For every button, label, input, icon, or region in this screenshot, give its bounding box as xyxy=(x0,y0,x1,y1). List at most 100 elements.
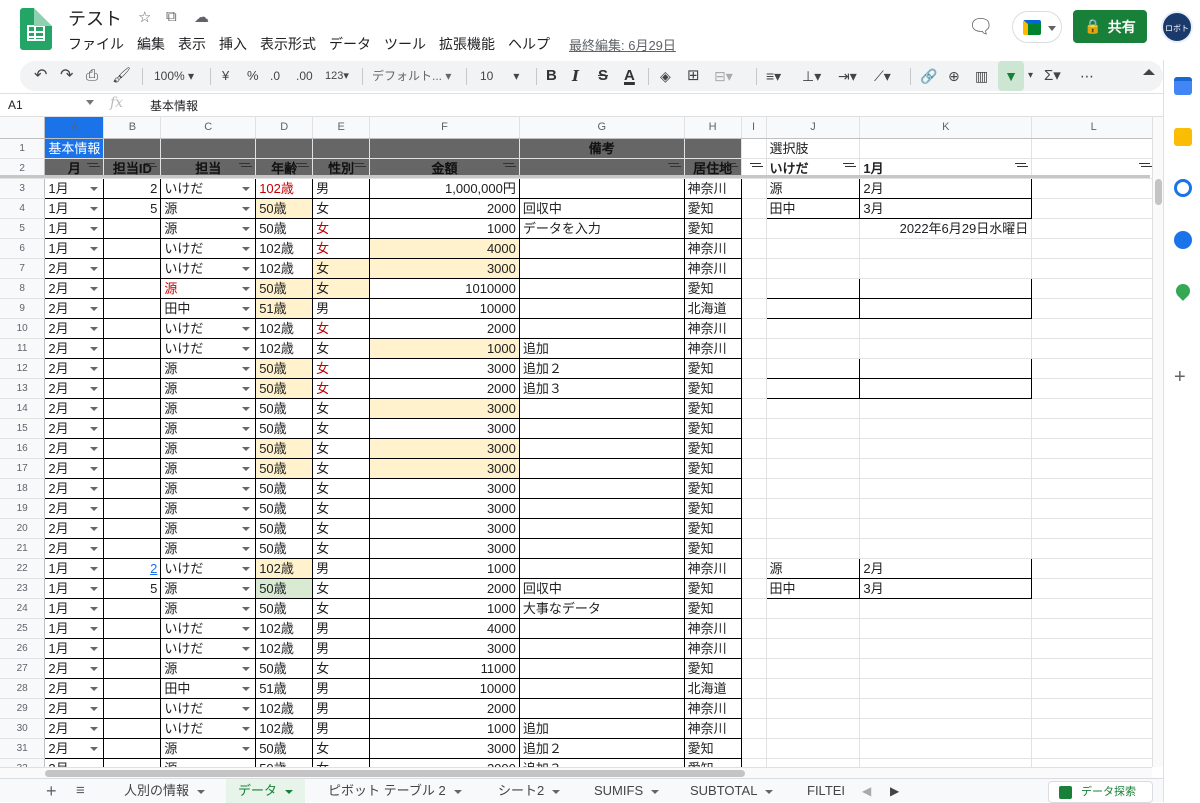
row-header[interactable]: 4 xyxy=(0,198,46,219)
cell-month[interactable]: 2月 xyxy=(44,657,105,679)
cell[interactable] xyxy=(741,358,767,379)
cell-person[interactable]: 源 xyxy=(160,457,257,479)
print-icon[interactable]: ⎙ xyxy=(86,61,98,91)
cell-choice[interactable] xyxy=(859,418,1033,439)
cell-choice[interactable] xyxy=(859,698,1033,719)
increase-decimal-button[interactable]: .00 xyxy=(296,61,313,91)
cell-choice[interactable] xyxy=(859,638,1033,659)
cell-gender[interactable]: 男 xyxy=(312,557,371,579)
cell[interactable] xyxy=(741,418,767,439)
cell-id[interactable] xyxy=(103,317,162,339)
cell-person[interactable]: いけだ xyxy=(160,557,257,579)
cell-choice[interactable] xyxy=(859,238,1033,259)
cell-choice[interactable] xyxy=(859,357,1033,379)
cell-choice[interactable]: 源 xyxy=(765,557,861,579)
cell-id[interactable] xyxy=(103,397,162,419)
chevron-down-icon[interactable] xyxy=(242,246,251,251)
sheets-logo-icon[interactable] xyxy=(20,8,52,50)
cell-choice[interactable] xyxy=(859,398,1033,419)
cell-note[interactable] xyxy=(518,297,685,319)
filter-icon[interactable] xyxy=(87,162,99,172)
column-header-b[interactable]: B xyxy=(103,117,162,139)
cell-choice[interactable] xyxy=(766,758,861,767)
row-header[interactable]: 10 xyxy=(0,318,46,339)
row-header[interactable]: 18 xyxy=(0,478,46,499)
cell-choice[interactable]: 3月 xyxy=(859,577,1033,599)
cell-age[interactable]: 50歳 xyxy=(255,757,314,767)
cell-month[interactable]: 1月 xyxy=(44,237,105,259)
cell-note[interactable]: データを入力 xyxy=(518,217,685,239)
cell-amount[interactable]: 2000 xyxy=(369,197,520,219)
sheet-tab[interactable]: SUBTOTAL xyxy=(678,779,785,803)
chevron-down-icon[interactable] xyxy=(90,506,99,511)
filter-icon[interactable] xyxy=(1139,162,1150,172)
cell-region[interactable]: 神奈川 xyxy=(683,237,742,259)
menu-item[interactable]: 挿入 xyxy=(219,34,247,54)
cell-choice[interactable] xyxy=(859,718,1033,739)
cell[interactable] xyxy=(1031,418,1156,439)
filter-views-chevron-icon[interactable]: ▾ xyxy=(1028,61,1033,91)
scroll-tabs-right-icon[interactable]: ▶ xyxy=(890,779,899,803)
cell-person[interactable]: 源 xyxy=(160,497,257,519)
cell-gender[interactable]: 女 xyxy=(312,657,371,679)
cell-choice[interactable] xyxy=(766,238,861,259)
cell-person[interactable]: いけだ xyxy=(160,257,257,279)
cell[interactable] xyxy=(1031,378,1156,399)
cell[interactable] xyxy=(741,558,767,579)
cell[interactable] xyxy=(1031,718,1156,739)
cell-gender[interactable]: 女 xyxy=(312,197,371,219)
cell-id[interactable] xyxy=(103,357,162,379)
chevron-down-icon[interactable] xyxy=(242,386,251,391)
comments-icon[interactable]: 🗨 xyxy=(968,14,993,38)
cell-month[interactable]: 2月 xyxy=(44,397,105,419)
cell[interactable] xyxy=(741,698,767,719)
text-rotate-icon[interactable]: ⟋▾ xyxy=(874,61,891,91)
chevron-down-icon[interactable] xyxy=(651,789,660,794)
maps-icon[interactable] xyxy=(1173,281,1193,301)
cell-month[interactable]: 2月 xyxy=(44,337,105,359)
chevron-down-icon[interactable] xyxy=(90,706,99,711)
insert-comment-icon[interactable]: ⊕ xyxy=(948,61,960,91)
cell-choice[interactable] xyxy=(859,318,1033,339)
cell-person[interactable]: 源 xyxy=(160,277,257,299)
cell-choice[interactable] xyxy=(766,438,861,459)
cell-choice[interactable] xyxy=(766,318,861,339)
cell-choice[interactable] xyxy=(859,738,1033,759)
cell-gender[interactable]: 男 xyxy=(312,697,371,719)
cell-choice[interactable] xyxy=(765,297,861,319)
cell[interactable] xyxy=(1031,238,1156,259)
cell-person[interactable]: 源 xyxy=(160,377,257,399)
cell[interactable] xyxy=(741,678,767,699)
cell-choice[interactable] xyxy=(766,498,861,519)
cell-month[interactable]: 2月 xyxy=(44,697,105,719)
cell-id[interactable]: 2 xyxy=(103,557,162,579)
cell-region[interactable]: 愛知 xyxy=(683,517,742,539)
chevron-down-icon[interactable] xyxy=(90,466,99,471)
cell[interactable] xyxy=(1031,618,1156,639)
chevron-down-icon[interactable] xyxy=(242,486,251,491)
cell-choice[interactable] xyxy=(766,638,861,659)
horizontal-scrollbar[interactable] xyxy=(0,767,1152,778)
undo-icon[interactable]: ↶ xyxy=(34,61,47,91)
insert-chart-icon[interactable]: ▥ xyxy=(975,61,988,91)
row-header[interactable]: 28 xyxy=(0,678,46,699)
cell[interactable] xyxy=(741,278,767,299)
cell-id[interactable]: 5 xyxy=(103,577,162,599)
cell-month[interactable]: 2月 xyxy=(44,757,105,767)
cell-amount[interactable]: 3000 xyxy=(369,357,520,379)
cell-region[interactable]: 愛知 xyxy=(683,417,742,439)
cell-choice[interactable] xyxy=(859,678,1033,699)
menu-item[interactable]: ツール xyxy=(384,34,426,54)
cell[interactable] xyxy=(741,758,767,767)
cell-person[interactable]: 源 xyxy=(160,757,257,767)
row-header[interactable]: 26 xyxy=(0,638,46,659)
cell-choice[interactable] xyxy=(765,277,861,299)
filter-icon[interactable] xyxy=(749,162,761,172)
cell-person[interactable]: 源 xyxy=(160,357,257,379)
cell-gender[interactable]: 女 xyxy=(312,477,371,499)
row-header[interactable]: 5 xyxy=(0,218,46,239)
cell-note[interactable] xyxy=(518,477,685,499)
chevron-down-icon[interactable] xyxy=(453,789,462,794)
cell-gender[interactable]: 女 xyxy=(312,577,371,599)
chevron-down-icon[interactable] xyxy=(552,789,561,794)
